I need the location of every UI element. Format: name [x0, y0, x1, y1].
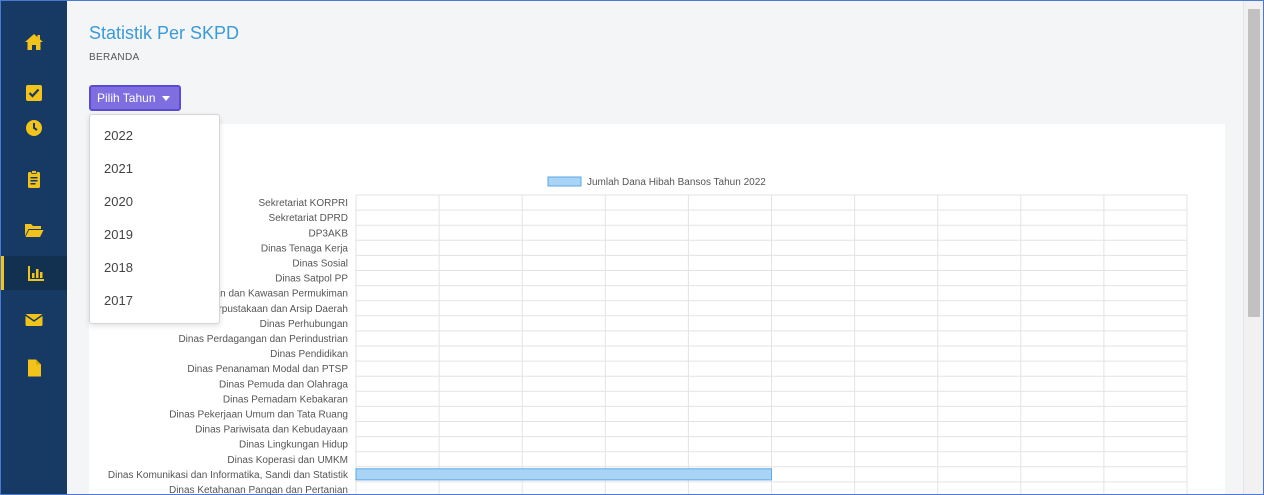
category-label: Dinas Pemadam Kebakaran [223, 394, 348, 405]
year-option-2021[interactable]: 2021 [104, 161, 133, 176]
category-label: Dinas Perhubungan [260, 319, 348, 330]
year-option-2020[interactable]: 2020 [104, 194, 133, 209]
chart-card: Jumlah Dana Hibah Bansos Tahun 2022 Sekre… [89, 124, 1225, 495]
category-label: Sekretariat KORPRI [259, 198, 348, 209]
category-label: Dinas Pekerjaan Umum dan Tata Ruang [169, 409, 348, 420]
category-label: Dinas Ketahanan Pangan dan Pertanian [169, 485, 348, 495]
year-option-2018[interactable]: 2018 [104, 260, 133, 275]
sidebar-item-reports[interactable] [1, 162, 67, 196]
scrollbar-thumb[interactable] [1248, 9, 1260, 317]
category-label: Dinas Perdagangan dan Perindustrian [178, 334, 348, 345]
bar-chart-icon [27, 266, 44, 281]
clock-icon [26, 120, 42, 136]
category-label: Sekretariat DPRD [269, 213, 348, 224]
bar-chart: Jumlah Dana Hibah Bansos Tahun 2022 Sekre… [108, 176, 1188, 495]
category-label: Dinas Pendidikan [270, 349, 348, 360]
year-dropdown-menu: 2022 2021 2020 2019 2018 2017 [89, 114, 220, 324]
home-icon [25, 34, 43, 50]
year-option-2019[interactable]: 2019 [104, 227, 133, 242]
clipboard-icon [28, 170, 40, 188]
page-title: Statistik Per SKPD [89, 23, 240, 43]
category-label: Dinas Komunikasi dan Informatika, Sandi … [108, 470, 349, 481]
folder-open-icon [25, 224, 44, 237]
year-select-button[interactable]: Pilih Tahun [89, 85, 181, 111]
category-label: Dinas Pariwisata dan Kebudayaan [195, 425, 348, 436]
checkbox-icon [26, 85, 42, 101]
envelope-icon [25, 314, 43, 326]
year-option-2017[interactable]: 2017 [104, 293, 133, 308]
app-window: Statistik Per SKPD BERANDA Pilih Tahun J… [0, 0, 1264, 495]
main-content: Statistik Per SKPD BERANDA Pilih Tahun J… [67, 1, 1245, 495]
year-option-2022[interactable]: 2022 [104, 128, 133, 143]
category-label: Dinas Lingkungan Hidup [239, 440, 348, 451]
sidebar-item-messages[interactable] [1, 303, 67, 337]
sidebar-item-files[interactable] [1, 351, 67, 385]
year-select-label: Pilih Tahun [97, 91, 156, 105]
caret-down-icon [161, 95, 170, 101]
category-label: Dinas Tenaga Kerja [261, 243, 349, 254]
category-label: Dinas Penanaman Modal dan PTSP [187, 364, 348, 375]
sidebar-item-home[interactable] [1, 25, 67, 59]
file-icon [28, 359, 41, 377]
sidebar-item-documents[interactable] [1, 213, 67, 247]
sidebar [1, 1, 67, 494]
breadcrumb[interactable]: BERANDA [89, 52, 139, 63]
legend-label: Jumlah Dana Hibah Bansos Tahun 2022 [587, 177, 766, 188]
sidebar-item-statistics[interactable] [1, 256, 67, 290]
category-label: DP3AKB [309, 228, 349, 239]
bar-18 [355, 468, 772, 481]
sidebar-item-tasks[interactable] [1, 76, 67, 110]
sidebar-item-history[interactable] [1, 111, 67, 145]
category-label: Dinas Sosial [292, 258, 348, 269]
page-scrollbar[interactable] [1243, 1, 1263, 494]
legend-swatch [547, 176, 582, 187]
category-label: Dinas Koperasi dan UMKM [227, 455, 348, 466]
category-label: Dinas Satpol PP [275, 274, 348, 285]
category-label: Dinas Pemuda dan Olahraga [219, 379, 348, 390]
